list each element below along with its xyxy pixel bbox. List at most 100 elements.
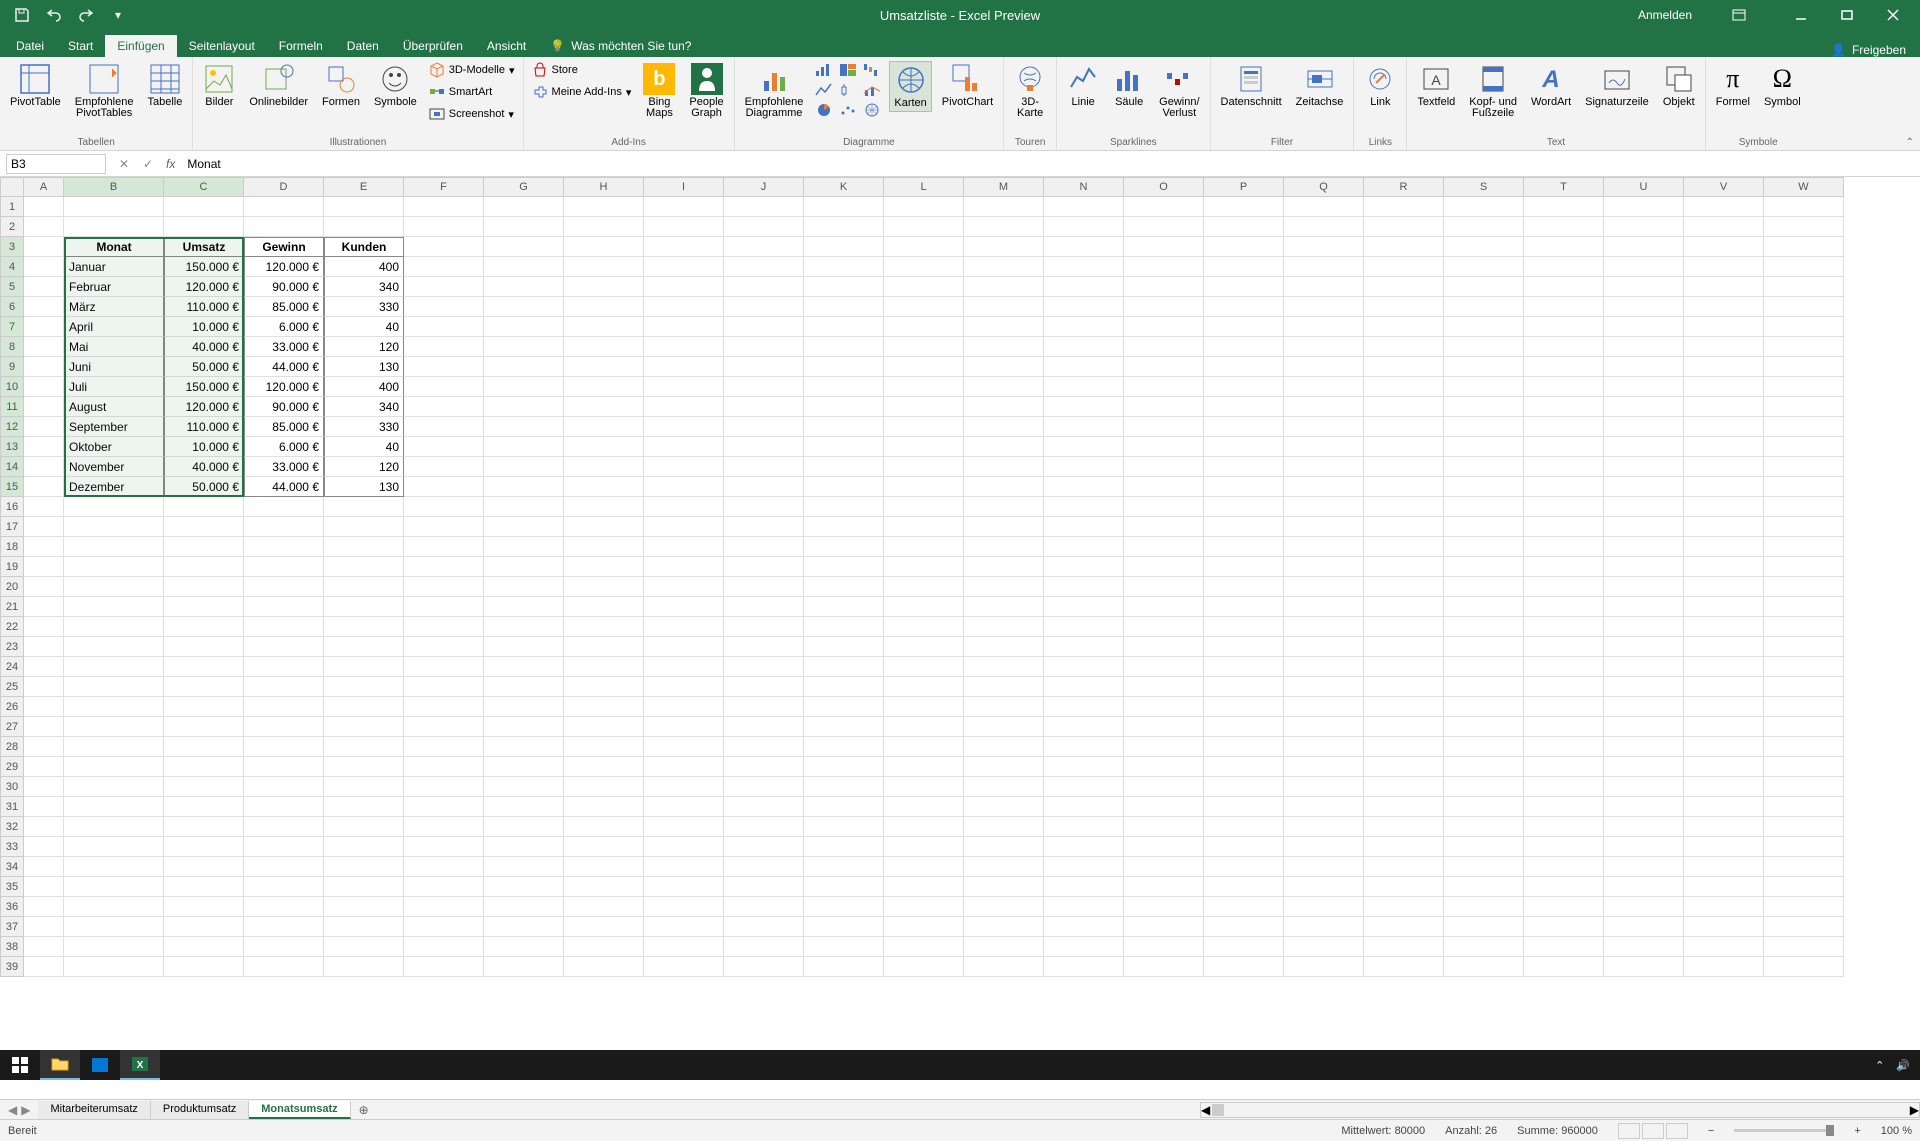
- cell-O19[interactable]: [1124, 557, 1204, 577]
- cell-B12[interactable]: September: [64, 417, 164, 437]
- cell-K30[interactable]: [804, 777, 884, 797]
- cell-E2[interactable]: [324, 217, 404, 237]
- cell-I37[interactable]: [644, 917, 724, 937]
- cell-O39[interactable]: [1124, 957, 1204, 977]
- cell-A36[interactable]: [24, 897, 64, 917]
- cell-W36[interactable]: [1764, 897, 1844, 917]
- cell-U20[interactable]: [1604, 577, 1684, 597]
- collapse-ribbon-button[interactable]: ⌃: [1906, 137, 1914, 148]
- cell-U34[interactable]: [1604, 857, 1684, 877]
- cell-M1[interactable]: [964, 197, 1044, 217]
- cell-Q38[interactable]: [1284, 937, 1364, 957]
- col-header-Q[interactable]: Q: [1284, 177, 1364, 197]
- cell-I25[interactable]: [644, 677, 724, 697]
- cell-U4[interactable]: [1604, 257, 1684, 277]
- cell-B23[interactable]: [64, 637, 164, 657]
- cell-K2[interactable]: [804, 217, 884, 237]
- row-header-14[interactable]: 14: [0, 457, 24, 477]
- cell-F6[interactable]: [404, 297, 484, 317]
- cell-O32[interactable]: [1124, 817, 1204, 837]
- cell-P5[interactable]: [1204, 277, 1284, 297]
- accept-formula-button[interactable]: ✓: [136, 157, 160, 171]
- cell-L5[interactable]: [884, 277, 964, 297]
- cell-C11[interactable]: 120.000 €: [164, 397, 244, 417]
- cell-V28[interactable]: [1684, 737, 1764, 757]
- cell-M25[interactable]: [964, 677, 1044, 697]
- cell-K38[interactable]: [804, 937, 884, 957]
- cell-L36[interactable]: [884, 897, 964, 917]
- cell-E14[interactable]: 120: [324, 457, 404, 477]
- cell-C9[interactable]: 50.000 €: [164, 357, 244, 377]
- col-header-A[interactable]: A: [24, 177, 64, 197]
- save-button[interactable]: [8, 3, 36, 27]
- row-header-25[interactable]: 25: [0, 677, 24, 697]
- cell-L18[interactable]: [884, 537, 964, 557]
- textbox-button[interactable]: ATextfeld: [1413, 61, 1459, 110]
- cell-R9[interactable]: [1364, 357, 1444, 377]
- cell-U32[interactable]: [1604, 817, 1684, 837]
- cell-A14[interactable]: [24, 457, 64, 477]
- cell-B33[interactable]: [64, 837, 164, 857]
- sheet-tab-produktumsatz[interactable]: Produktumsatz: [151, 1101, 249, 1119]
- cell-H11[interactable]: [564, 397, 644, 417]
- cell-E25[interactable]: [324, 677, 404, 697]
- row-header-29[interactable]: 29: [0, 757, 24, 777]
- tab-datei[interactable]: Datei: [4, 35, 56, 57]
- cell-G7[interactable]: [484, 317, 564, 337]
- cell-U38[interactable]: [1604, 937, 1684, 957]
- row-header-34[interactable]: 34: [0, 857, 24, 877]
- col-header-J[interactable]: J: [724, 177, 804, 197]
- link-button[interactable]: Link: [1360, 61, 1400, 110]
- cell-H26[interactable]: [564, 697, 644, 717]
- cell-R26[interactable]: [1364, 697, 1444, 717]
- cell-U19[interactable]: [1604, 557, 1684, 577]
- sparkline-winloss-button[interactable]: Gewinn/ Verlust: [1155, 61, 1203, 121]
- cell-W37[interactable]: [1764, 917, 1844, 937]
- cell-V17[interactable]: [1684, 517, 1764, 537]
- cell-C18[interactable]: [164, 537, 244, 557]
- cell-I31[interactable]: [644, 797, 724, 817]
- taskbar-excel[interactable]: X: [120, 1050, 160, 1080]
- cell-J16[interactable]: [724, 497, 804, 517]
- cell-W6[interactable]: [1764, 297, 1844, 317]
- cell-R12[interactable]: [1364, 417, 1444, 437]
- cell-F5[interactable]: [404, 277, 484, 297]
- cell-M27[interactable]: [964, 717, 1044, 737]
- cell-S25[interactable]: [1444, 677, 1524, 697]
- cell-S3[interactable]: [1444, 237, 1524, 257]
- cell-K14[interactable]: [804, 457, 884, 477]
- cell-D31[interactable]: [244, 797, 324, 817]
- cell-B22[interactable]: [64, 617, 164, 637]
- 3d-map-button[interactable]: 3D- Karte: [1010, 61, 1050, 121]
- row-header-11[interactable]: 11: [0, 397, 24, 417]
- cell-C19[interactable]: [164, 557, 244, 577]
- maximize-button[interactable]: [1824, 0, 1870, 30]
- row-header-3[interactable]: 3: [0, 237, 24, 257]
- cell-T21[interactable]: [1524, 597, 1604, 617]
- cell-Q26[interactable]: [1284, 697, 1364, 717]
- cell-I3[interactable]: [644, 237, 724, 257]
- cell-P6[interactable]: [1204, 297, 1284, 317]
- row-header-36[interactable]: 36: [0, 897, 24, 917]
- cell-A9[interactable]: [24, 357, 64, 377]
- cell-S7[interactable]: [1444, 317, 1524, 337]
- cell-M6[interactable]: [964, 297, 1044, 317]
- cell-O3[interactable]: [1124, 237, 1204, 257]
- cell-D18[interactable]: [244, 537, 324, 557]
- cell-P12[interactable]: [1204, 417, 1284, 437]
- icons-button[interactable]: Symbole: [370, 61, 421, 110]
- cell-B7[interactable]: April: [64, 317, 164, 337]
- cell-T12[interactable]: [1524, 417, 1604, 437]
- cell-P22[interactable]: [1204, 617, 1284, 637]
- cell-D38[interactable]: [244, 937, 324, 957]
- row-header-12[interactable]: 12: [0, 417, 24, 437]
- cell-W33[interactable]: [1764, 837, 1844, 857]
- cell-R3[interactable]: [1364, 237, 1444, 257]
- col-header-T[interactable]: T: [1524, 177, 1604, 197]
- cell-N23[interactable]: [1044, 637, 1124, 657]
- cell-N32[interactable]: [1044, 817, 1124, 837]
- hierarchy-chart-button[interactable]: [837, 61, 859, 79]
- cell-A15[interactable]: [24, 477, 64, 497]
- cell-R36[interactable]: [1364, 897, 1444, 917]
- row-header-30[interactable]: 30: [0, 777, 24, 797]
